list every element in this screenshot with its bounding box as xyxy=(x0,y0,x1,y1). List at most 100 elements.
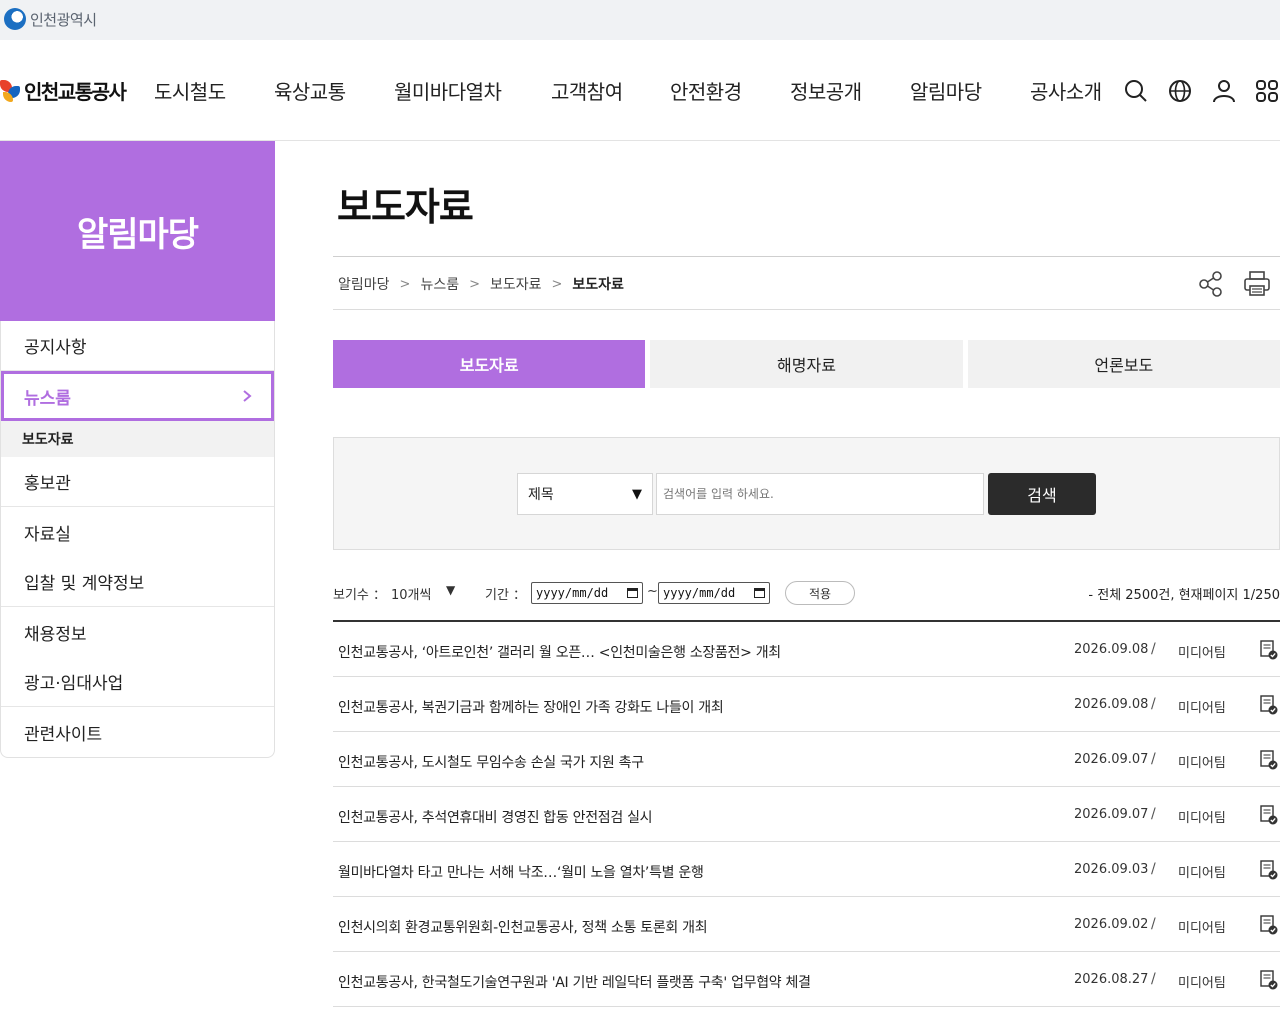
list-item-writer: 미디어팀 xyxy=(1178,646,1226,661)
nav-item-customer[interactable]: 고객참여 xyxy=(551,76,623,105)
start-date-input[interactable]: yyyy/mm/dd xyxy=(531,582,643,604)
calendar-icon[interactable] xyxy=(627,588,638,598)
list-item-title[interactable]: 인천교통공사, 한국철도기술연구원과 'AI 기반 레일닥터 플랫폼 구축' 업… xyxy=(338,972,811,992)
list-item[interactable]: 월미바다열차 타고 만나는 서해 낙조…‘월미 노을 열차’특별 운행 2026… xyxy=(333,842,1280,897)
list-item-writer: 미디어팀 xyxy=(1178,866,1226,881)
list-item-date: 2026.09.07 xyxy=(1074,807,1149,822)
dropdown-arrow-icon: ▼ xyxy=(632,486,642,502)
share-icon[interactable] xyxy=(1197,270,1225,298)
sidebar-item-newsroom[interactable]: 뉴스룸 xyxy=(1,371,274,421)
nav-item-metro[interactable]: 도시철도 xyxy=(154,76,226,105)
list-item-title[interactable]: 인천교통공사, 추석연휴대비 경영진 합동 안전점검 실시 xyxy=(338,807,653,827)
globe-icon[interactable] xyxy=(1167,78,1193,104)
all-menu-icon[interactable] xyxy=(1254,78,1280,104)
list-item[interactable]: 인천시의회 환경교통위원회-인천교통공사, 정책 소통 토론회 개최 2026.… xyxy=(333,897,1280,952)
list-item-title[interactable]: 인천교통공사, ‘아트로인천’ 갤러리 월 오픈… <인천미술은행 소장품전> … xyxy=(338,642,781,662)
attachment-file-icon[interactable] xyxy=(1260,970,1278,990)
list-item[interactable]: 인천교통공사, ‘아트로인천’ 갤러리 월 오픈… <인천미술은행 소장품전> … xyxy=(333,622,1280,677)
list-item-title[interactable]: 인천교통공사, 도시철도 무임수송 손실 국가 지원 촉구 xyxy=(338,752,644,772)
attachment-file-icon[interactable] xyxy=(1260,860,1278,880)
search-button[interactable]: 검색 xyxy=(988,473,1096,515)
start-date-placeholder: yyyy/mm/dd xyxy=(536,586,609,600)
sidebar-item-label: 홍보관 xyxy=(24,474,71,494)
sidebar-subitem-press-release[interactable]: 보도자료 xyxy=(1,421,274,457)
apply-filter-button[interactable]: 적용 xyxy=(785,581,855,605)
list-item-writer: 미디어팀 xyxy=(1178,756,1226,771)
sidebar-item-label: 입찰 및 계약정보 xyxy=(24,574,145,594)
list-item-date: 2026.09.03 xyxy=(1074,862,1149,877)
nav-item-about[interactable]: 공사소개 xyxy=(1030,76,1102,105)
sidebar-item-label: 뉴스룸 xyxy=(24,388,71,409)
search-input[interactable] xyxy=(656,473,984,515)
nav-item-disclosure[interactable]: 정보공개 xyxy=(790,76,862,105)
nav-item-notice[interactable]: 알림마당 xyxy=(910,76,982,105)
sidebar-item-bidding[interactable]: 입찰 및 계약정보 xyxy=(1,557,274,607)
view-count-dropdown-icon[interactable]: ▼ xyxy=(446,583,455,597)
list-item-date: 2026.08.27 xyxy=(1074,972,1149,987)
attachment-file-icon[interactable] xyxy=(1260,640,1278,660)
brand-logo-icon xyxy=(0,78,22,104)
list-item-separator: / xyxy=(1151,641,1156,657)
breadcrumb-item[interactable]: 뉴스룸 xyxy=(420,274,459,294)
attachment-file-icon[interactable] xyxy=(1260,695,1278,715)
sidebar-item-related-sites[interactable]: 관련사이트 xyxy=(1,707,274,757)
attachment-file-icon[interactable] xyxy=(1260,750,1278,770)
sidebar-item-archive[interactable]: 자료실 xyxy=(1,507,274,557)
sidebar-item-label: 자료실 xyxy=(24,524,71,545)
breadcrumb-separator-icon: > xyxy=(469,276,480,292)
search-field-select[interactable]: 제목 ▼ xyxy=(517,473,653,515)
sidebar-item-pr-hall[interactable]: 홍보관 xyxy=(1,457,274,507)
sidebar-item-notice[interactable]: 공지사항 xyxy=(1,321,274,371)
sidebar-subitem-label: 보도자료 xyxy=(22,432,74,448)
view-count-select[interactable]: 10개씩 xyxy=(391,584,431,603)
list-item-writer: 미디어팀 xyxy=(1178,921,1226,936)
list-item[interactable]: 인천교통공사, 복권기금과 함께하는 장애인 가족 강화도 나들이 개최 202… xyxy=(333,677,1280,732)
gov-name: 인천광역시 xyxy=(30,10,97,29)
divider xyxy=(333,256,1280,257)
list-item-date: 2026.09.02 xyxy=(1074,917,1149,932)
site-header: 인천교통공사 도시철도 육상교통 월미바다열차 고객참여 안전환경 정보공개 알… xyxy=(0,40,1280,141)
gov-bar: 인천광역시 xyxy=(0,0,1280,40)
divider xyxy=(333,309,1280,310)
press-release-list: 인천교통공사, ‘아트로인천’ 갤러리 월 오픈… <인천미술은행 소장품전> … xyxy=(333,622,1280,1007)
end-date-input[interactable]: yyyy/mm/dd xyxy=(658,582,770,604)
search-icon[interactable] xyxy=(1123,78,1149,104)
list-item[interactable]: 인천교통공사, 한국철도기술연구원과 'AI 기반 레일닥터 플랫폼 구축' 업… xyxy=(333,952,1280,1007)
sidebar-menu: 공지사항 뉴스룸 보도자료 홍보관 자료실 입찰 및 계약정보 채용정보 광고·… xyxy=(0,321,275,758)
chevron-right-icon xyxy=(243,390,252,402)
sidebar-item-recruit[interactable]: 채용정보 xyxy=(1,607,274,657)
breadcrumb: 알림마당 > 뉴스룸 > 보도자료 > 보도자료 xyxy=(338,274,624,294)
breadcrumb-separator-icon: > xyxy=(399,276,411,292)
sidebar-item-advertising[interactable]: 광고·임대사업 xyxy=(1,657,274,707)
print-icon[interactable] xyxy=(1242,270,1272,298)
list-item-title[interactable]: 인천교통공사, 복권기금과 함께하는 장애인 가족 강화도 나들이 개최 xyxy=(338,697,724,717)
list-item-title[interactable]: 인천시의회 환경교통위원회-인천교통공사, 정책 소통 토론회 개최 xyxy=(338,917,708,937)
attachment-file-icon[interactable] xyxy=(1260,915,1278,935)
list-item-separator: / xyxy=(1151,806,1156,822)
brand-logo-link[interactable]: 인천교통공사 xyxy=(0,76,127,105)
tab-media-coverage[interactable]: 언론보도 xyxy=(967,340,1280,388)
user-icon[interactable] xyxy=(1211,78,1237,104)
gov-logo-link[interactable]: 인천광역시 xyxy=(4,8,97,30)
search-field-value: 제목 xyxy=(528,487,554,503)
page-title: 보도자료 xyxy=(337,185,474,229)
nav-item-safety[interactable]: 안전환경 xyxy=(670,76,742,105)
list-item-writer: 미디어팀 xyxy=(1178,701,1226,716)
view-count-label: 보기수 ： xyxy=(333,588,387,603)
list-item-title[interactable]: 월미바다열차 타고 만나는 서해 낙조…‘월미 노을 열차’특별 운행 xyxy=(338,862,704,882)
tab-clarification[interactable]: 해명자료 xyxy=(650,340,963,388)
list-item-separator: / xyxy=(1151,696,1156,712)
list-item-date: 2026.09.08 xyxy=(1074,642,1149,657)
breadcrumb-item[interactable]: 알림마당 xyxy=(338,274,390,294)
brand-name: 인천교통공사 xyxy=(24,80,127,104)
list-item[interactable]: 인천교통공사, 도시철도 무임수송 손실 국가 지원 촉구 2026.09.07… xyxy=(333,732,1280,787)
tab-press-release[interactable]: 보도자료 xyxy=(333,340,646,388)
nav-item-wolmi-train[interactable]: 월미바다열차 xyxy=(394,76,502,105)
breadcrumb-item[interactable]: 보도자료 xyxy=(490,274,542,294)
list-item[interactable]: 인천교통공사, 추석연휴대비 경영진 합동 안전점검 실시 2026.09.07… xyxy=(333,787,1280,842)
list-item-date: 2026.09.08 xyxy=(1074,697,1149,712)
period-label: 기간 ： xyxy=(485,588,527,603)
attachment-file-icon[interactable] xyxy=(1260,805,1278,825)
calendar-icon[interactable] xyxy=(754,588,765,598)
nav-item-ground-transport[interactable]: 육상교통 xyxy=(274,76,346,105)
